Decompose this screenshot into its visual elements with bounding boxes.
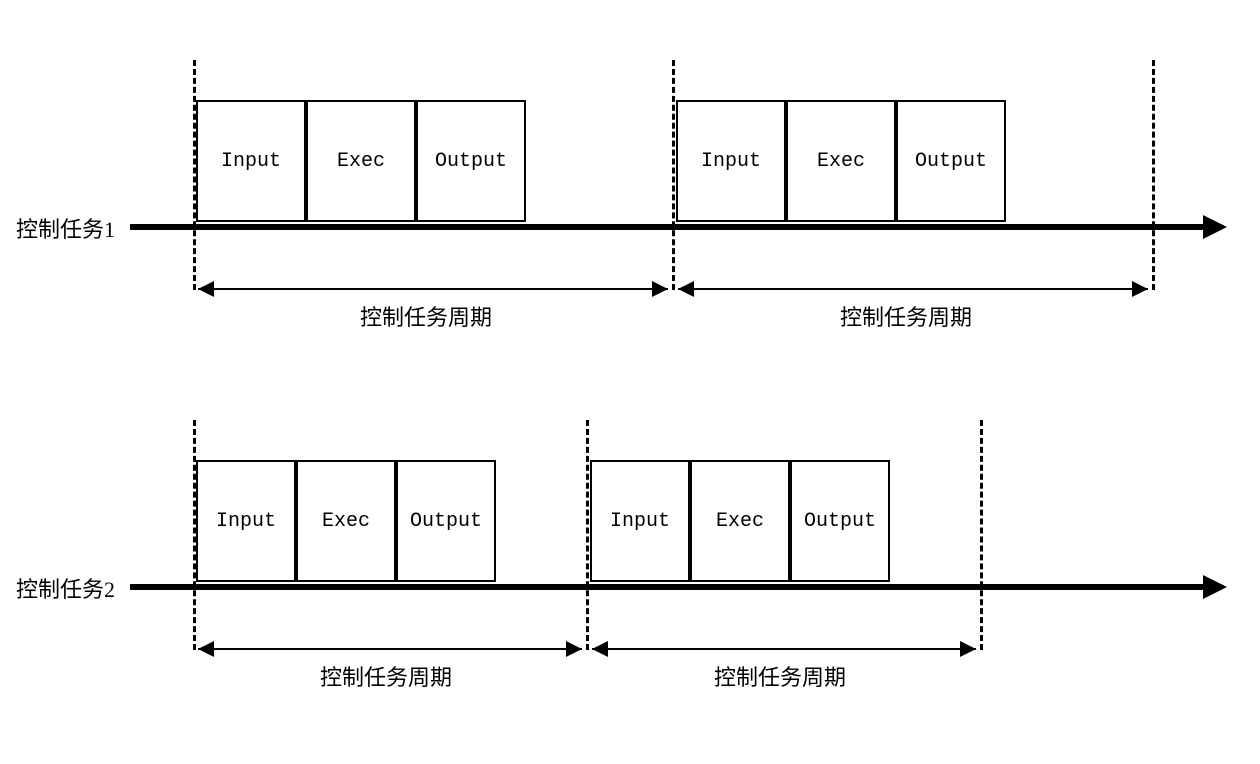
- phase-label: Output: [915, 150, 987, 173]
- task2-cycle1-output: Output: [396, 460, 496, 582]
- task2-period1-label: 控制任务周期: [320, 660, 452, 692]
- task2-vline-end: [980, 420, 983, 650]
- task1-period1-arrow: [198, 288, 668, 290]
- task1-timeline: [130, 224, 1205, 230]
- task1-label: 控制任务1: [16, 212, 115, 244]
- task1-vline-end: [1152, 60, 1155, 290]
- phase-label: Exec: [337, 150, 385, 173]
- task1-cycle1-exec: Exec: [306, 100, 416, 222]
- task1-vline-mid: [672, 60, 675, 290]
- phase-label: Input: [701, 150, 761, 173]
- task2-period2-label: 控制任务周期: [714, 660, 846, 692]
- task1-cycle2-input: Input: [676, 100, 786, 222]
- phase-label: Output: [435, 150, 507, 173]
- task2-timeline-arrow: [1203, 575, 1227, 599]
- phase-label: Input: [216, 510, 276, 533]
- phase-label: Output: [410, 510, 482, 533]
- task1-cycle2-output: Output: [896, 100, 1006, 222]
- task1-cycle1-output: Output: [416, 100, 526, 222]
- task2-period2-arrow: [592, 648, 976, 650]
- task2-timeline: [130, 584, 1205, 590]
- task2-cycle2-output: Output: [790, 460, 890, 582]
- task2-cycle2-input: Input: [590, 460, 690, 582]
- task2-cycle1-exec: Exec: [296, 460, 396, 582]
- task2-cycle1-input: Input: [196, 460, 296, 582]
- task2-label: 控制任务2: [16, 572, 115, 604]
- phase-label: Exec: [322, 510, 370, 533]
- phase-label: Exec: [716, 510, 764, 533]
- task1-cycle2-exec: Exec: [786, 100, 896, 222]
- phase-label: Exec: [817, 150, 865, 173]
- phase-label: Input: [221, 150, 281, 173]
- phase-label: Input: [610, 510, 670, 533]
- task2-period1-arrow: [198, 648, 582, 650]
- phase-label: Output: [804, 510, 876, 533]
- task2-cycle2-exec: Exec: [690, 460, 790, 582]
- task1-period2-arrow: [678, 288, 1148, 290]
- task2-vline-mid: [586, 420, 589, 650]
- task1-timeline-arrow: [1203, 215, 1227, 239]
- task1-period2-label: 控制任务周期: [840, 300, 972, 332]
- task1-cycle1-input: Input: [196, 100, 306, 222]
- task1-period1-label: 控制任务周期: [360, 300, 492, 332]
